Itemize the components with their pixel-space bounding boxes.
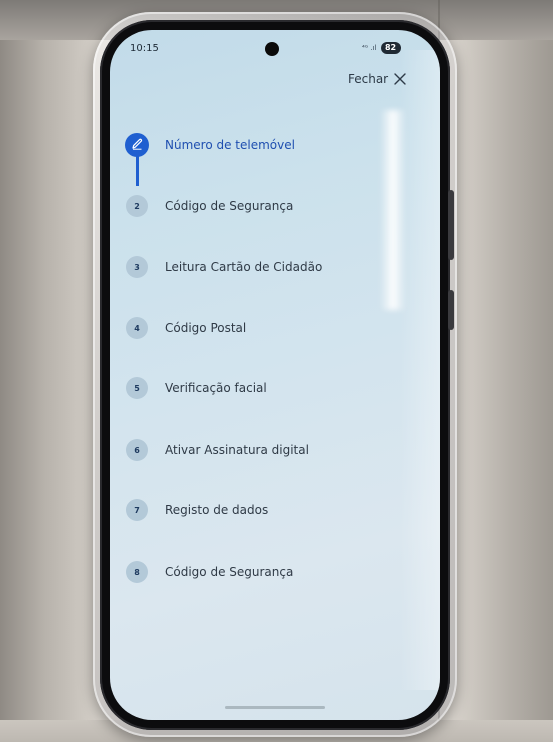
step-2-number: 2 — [126, 195, 148, 217]
phone-volume-button — [448, 190, 454, 260]
step-item-5[interactable]: 5 Verificação facial — [126, 377, 267, 399]
step-5-number: 5 — [126, 377, 148, 399]
battery-icon: 82 — [380, 42, 401, 54]
close-button[interactable]: Fechar — [348, 72, 406, 86]
status-indicators: ⁴ᴳ .ıl 82 — [362, 42, 401, 54]
step-5-label: Verificação facial — [165, 381, 267, 395]
step-8-number: 8 — [126, 561, 148, 583]
step-3-number: 3 — [126, 256, 148, 278]
step-2-label: Código de Segurança — [165, 199, 294, 213]
front-camera — [265, 42, 279, 56]
step-item-4[interactable]: 4 Código Postal — [126, 317, 246, 339]
step-item-2[interactable]: 2 Código de Segurança — [126, 195, 293, 217]
step-item-1[interactable]: Número de telemóvel — [125, 133, 295, 157]
step-item-3[interactable]: 3 Leitura Cartão de Cidadão — [126, 256, 322, 278]
step-6-number: 6 — [126, 439, 148, 461]
screen-reflection — [380, 110, 406, 310]
home-indicator[interactable] — [225, 706, 325, 709]
phone-power-button — [448, 290, 454, 330]
step-7-label: Registo de dados — [165, 503, 269, 517]
step-1-label: Número de telemóvel — [165, 138, 295, 152]
step-6-label: Ativar Assinatura digital — [165, 443, 309, 457]
step-3-label: Leitura Cartão de Cidadão — [165, 260, 323, 274]
step-7-number: 7 — [126, 499, 148, 521]
screen-glare — [400, 50, 440, 690]
pencil-icon — [130, 137, 144, 153]
step-8-label: Código de Segurança — [165, 565, 294, 579]
step-item-7[interactable]: 7 Registo de dados — [126, 499, 268, 521]
status-time: 10:15 — [130, 43, 159, 54]
step-item-6[interactable]: 6 Ativar Assinatura digital — [126, 439, 309, 461]
step-4-label: Código Postal — [165, 321, 247, 335]
close-icon — [394, 73, 406, 85]
step-4-number: 4 — [126, 317, 148, 339]
signal-icon: ⁴ᴳ .ıl — [362, 44, 377, 52]
step-item-8[interactable]: 8 Código de Segurança — [126, 561, 293, 583]
step-1-badge — [125, 133, 149, 157]
close-label: Fechar — [348, 72, 389, 86]
phone-screen: 10:15 ⁴ᴳ .ıl 82 Fechar Número de telemóv… — [110, 30, 440, 720]
